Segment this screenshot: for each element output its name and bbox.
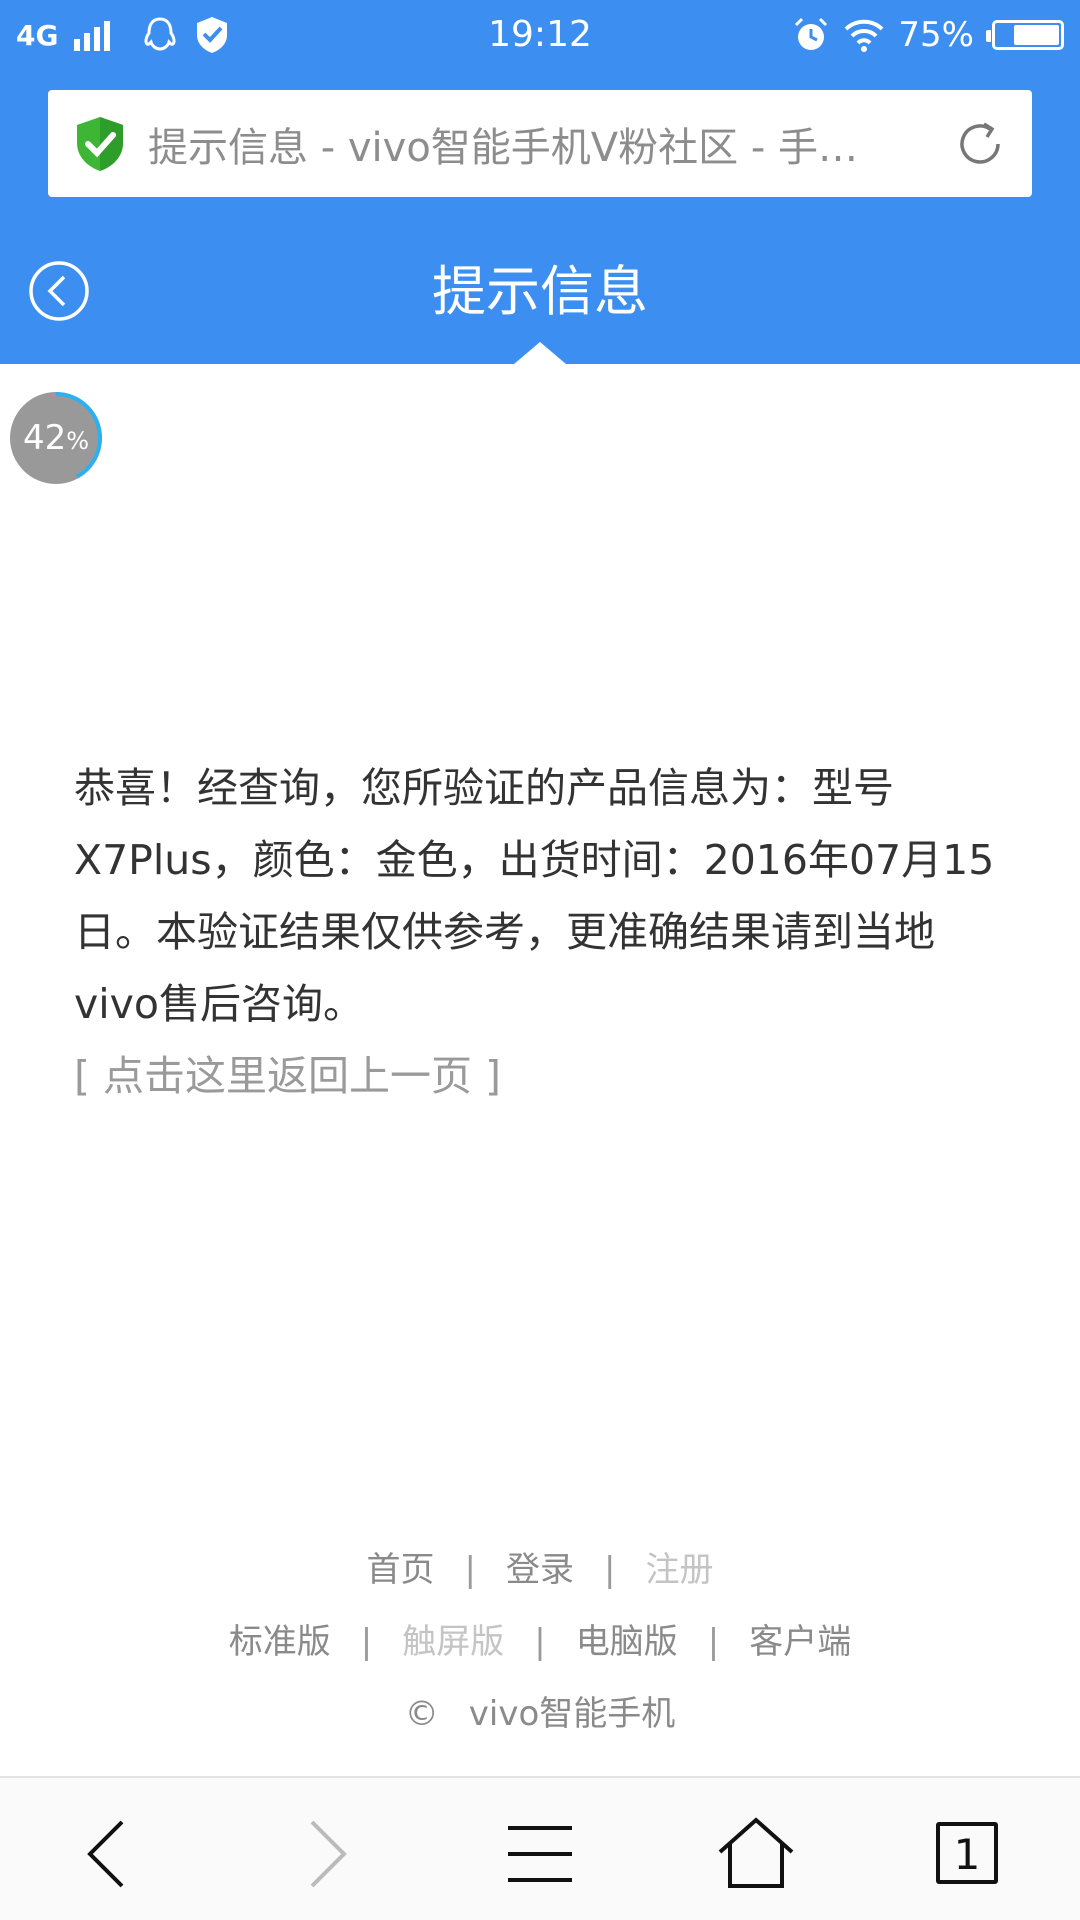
footer-link-home[interactable]: 首页 bbox=[367, 1550, 435, 1590]
footer-link-register[interactable]: 注册 bbox=[645, 1550, 713, 1590]
footer-links-row1: 首页 | 登录 | 注册 bbox=[366, 1550, 714, 1590]
status-bar: 4G 19:12 75% bbox=[0, 0, 1080, 70]
progress-label: 42% bbox=[8, 390, 104, 486]
menu-icon[interactable] bbox=[500, 1814, 580, 1894]
back-to-previous-link[interactable]: [ 点击这里返回上一页 ] bbox=[74, 1040, 501, 1112]
page-header: 提示信息 bbox=[0, 220, 1080, 364]
refresh-icon[interactable] bbox=[954, 118, 1006, 170]
back-arrow-icon[interactable] bbox=[68, 1814, 148, 1894]
verification-message: 恭喜！经查询，您所验证的产品信息为：型号X7Plus，颜色：金色，出货时间：20… bbox=[74, 764, 995, 1028]
progress-unit: % bbox=[66, 427, 90, 455]
battery-icon bbox=[986, 20, 1064, 50]
footer-link-standard[interactable]: 标准版 bbox=[229, 1622, 331, 1662]
page-title-url: 提示信息 - vivo智能手机V粉社区 - 手… bbox=[148, 124, 859, 171]
footer-link-touch[interactable]: 触屏版 bbox=[402, 1622, 504, 1662]
address-bar[interactable]: 提示信息 - vivo智能手机V粉社区 - 手… bbox=[48, 90, 1032, 197]
alarm-icon bbox=[795, 17, 828, 50]
forward-arrow-icon[interactable] bbox=[286, 1814, 366, 1894]
copyright-text: vivo智能手机 bbox=[468, 1694, 676, 1734]
progress-value: 42 bbox=[22, 418, 67, 458]
header-notch bbox=[514, 342, 566, 364]
browser-toolbar: 提示信息 - vivo智能手机V粉社区 - 手… bbox=[0, 70, 1080, 220]
battery-percent: 75% bbox=[898, 15, 974, 55]
wifi-icon bbox=[845, 19, 884, 52]
tab-count: 1 bbox=[953, 1830, 981, 1879]
secure-shield-icon bbox=[77, 116, 123, 171]
footer-link-client[interactable]: 客户端 bbox=[749, 1622, 851, 1662]
footer-copyright: © vivo智能手机 bbox=[0, 1686, 1080, 1735]
footer-links-row2: 标准版 | 触屏版 | 电脑版 | 客户端 bbox=[228, 1622, 852, 1662]
copyright-symbol: © bbox=[404, 1694, 439, 1734]
battery-fill bbox=[1014, 25, 1059, 45]
tabs-button[interactable]: 1 bbox=[936, 1822, 998, 1884]
status-right: 75% bbox=[792, 0, 1064, 70]
home-icon[interactable] bbox=[716, 1814, 796, 1894]
footer-link-login[interactable]: 登录 bbox=[506, 1550, 574, 1590]
progress-badge[interactable]: 42% bbox=[8, 390, 104, 486]
browser-bottom-bar: 1 bbox=[0, 1776, 1080, 1920]
footer-link-desktop[interactable]: 电脑版 bbox=[576, 1622, 678, 1662]
